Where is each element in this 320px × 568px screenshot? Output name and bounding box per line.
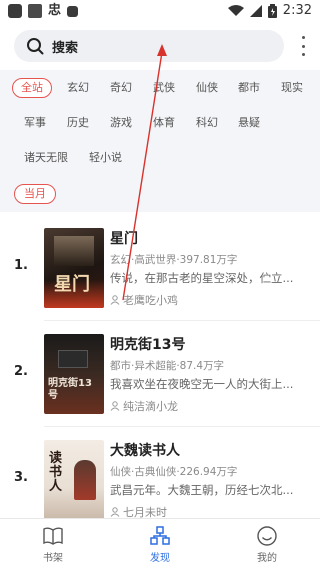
nav-bookshelf[interactable]: 书架 [23,525,83,564]
signal-icon [249,4,262,17]
book-list-item[interactable]: 2. 明克街13号 明克街13号 都市·异术超能·87.4万字 我喜欢坐在夜晚空… [0,322,320,426]
book-rank: 1. [14,258,28,273]
search-box[interactable]: 搜索 [14,30,284,62]
category-item[interactable]: 武侠 [153,78,175,98]
book-cover-title: 星门 [54,274,90,295]
author-icon [110,295,120,305]
category-item[interactable]: 玄幻 [67,78,89,98]
notification-icon [8,4,22,18]
book-meta: 都市·异术超能·87.4万字 [110,360,225,372]
category-item[interactable]: 轻小说 [89,148,122,168]
book-cover-title: 读书人 [49,451,63,494]
category-item[interactable]: 科幻 [196,113,218,133]
book-list-item[interactable]: 1. 星门 星门 玄幻·高武世界·397.81万字 传说，在那古老的星空深处，伫… [0,216,320,320]
book-title: 大魏读书人 [110,443,180,459]
book-cover-title: 明克街13号 [48,378,92,401]
category-item[interactable]: 体育 [153,113,175,133]
book-description: 武昌元年。大魏王朝，历经七次北... [110,483,294,497]
nav-label: 我的 [257,553,277,564]
nav-label: 书架 [43,553,63,564]
book-author: 纯洁滴小龙 [110,398,178,414]
category-item[interactable]: 都市 [238,78,260,98]
book-cover: 星门 [44,228,104,308]
book-meta: 仙侠·古典仙侠·226.94万字 [110,466,238,478]
rank-period-tab[interactable]: 当月 [14,184,56,204]
category-item[interactable]: 奇幻 [110,78,132,98]
book-title: 星门 [110,231,138,247]
book-author: 老鹰吃小鸡 [110,292,178,308]
book-title: 明克街13号 [110,337,186,353]
book-icon [43,527,63,545]
category-item[interactable]: 游戏 [110,113,132,133]
square-notification-icon [67,5,79,17]
book-list-item[interactable]: 3. 读书人 大魏读书人 仙侠·古典仙侠·226.94万字 武昌元年。大魏王朝，… [0,428,320,532]
more-options-button[interactable] [300,36,306,56]
app-glyph-icon: 忠 [48,3,62,18]
category-item[interactable]: 仙侠 [196,78,218,98]
app-notification-icon [28,4,42,18]
category-item[interactable]: 诸天无限 [24,148,68,168]
more-dot-icon [301,53,305,56]
nav-profile[interactable]: 我的 [237,525,297,564]
battery-icon [267,3,277,18]
book-description: 传说，在那古老的星空深处，伫立... [110,271,294,285]
bottom-navigation: 书架 发现 我的 [0,518,320,568]
category-item[interactable]: 现实 [281,78,303,98]
category-item[interactable]: 悬疑 [238,113,260,133]
wifi-icon [227,4,244,16]
status-system: 2:32 [227,3,312,18]
status-time: 2:32 [282,3,312,18]
book-rank: 3. [14,470,28,485]
category-panel: 全站 玄幻 奇幻 武侠 仙侠 都市 现实 军事 历史 游戏 体育 科幻 悬疑 诸… [0,70,320,212]
author-icon [110,401,120,411]
nav-discover[interactable]: 发现 [130,525,190,564]
status-notifications: 忠 [8,3,79,18]
book-cover: 明克街13号 [44,334,104,414]
book-description: 我喜欢坐在夜晚空无一人的大街上... [110,377,294,391]
book-rank: 2. [14,364,28,379]
search-label: 搜索 [52,40,79,56]
divider [44,320,320,321]
book-author-name: 纯洁滴小龙 [123,400,178,413]
category-item[interactable]: 全站 [12,78,52,98]
status-bar: 忠 2:32 [0,0,320,24]
search-row: 搜索 [0,24,320,70]
divider [44,426,320,427]
book-meta: 玄幻·高武世界·397.81万字 [110,254,238,266]
more-dot-icon [301,36,305,39]
discover-icon [150,526,170,545]
category-item[interactable]: 军事 [24,113,46,133]
category-item[interactable]: 历史 [67,113,89,133]
book-cover: 读书人 [44,440,104,520]
nav-label: 发现 [150,553,170,564]
author-icon [110,507,120,517]
book-author-name: 老鹰吃小鸡 [123,294,178,307]
search-icon [27,38,44,55]
smile-icon [257,526,277,546]
more-dot-icon [301,44,305,48]
